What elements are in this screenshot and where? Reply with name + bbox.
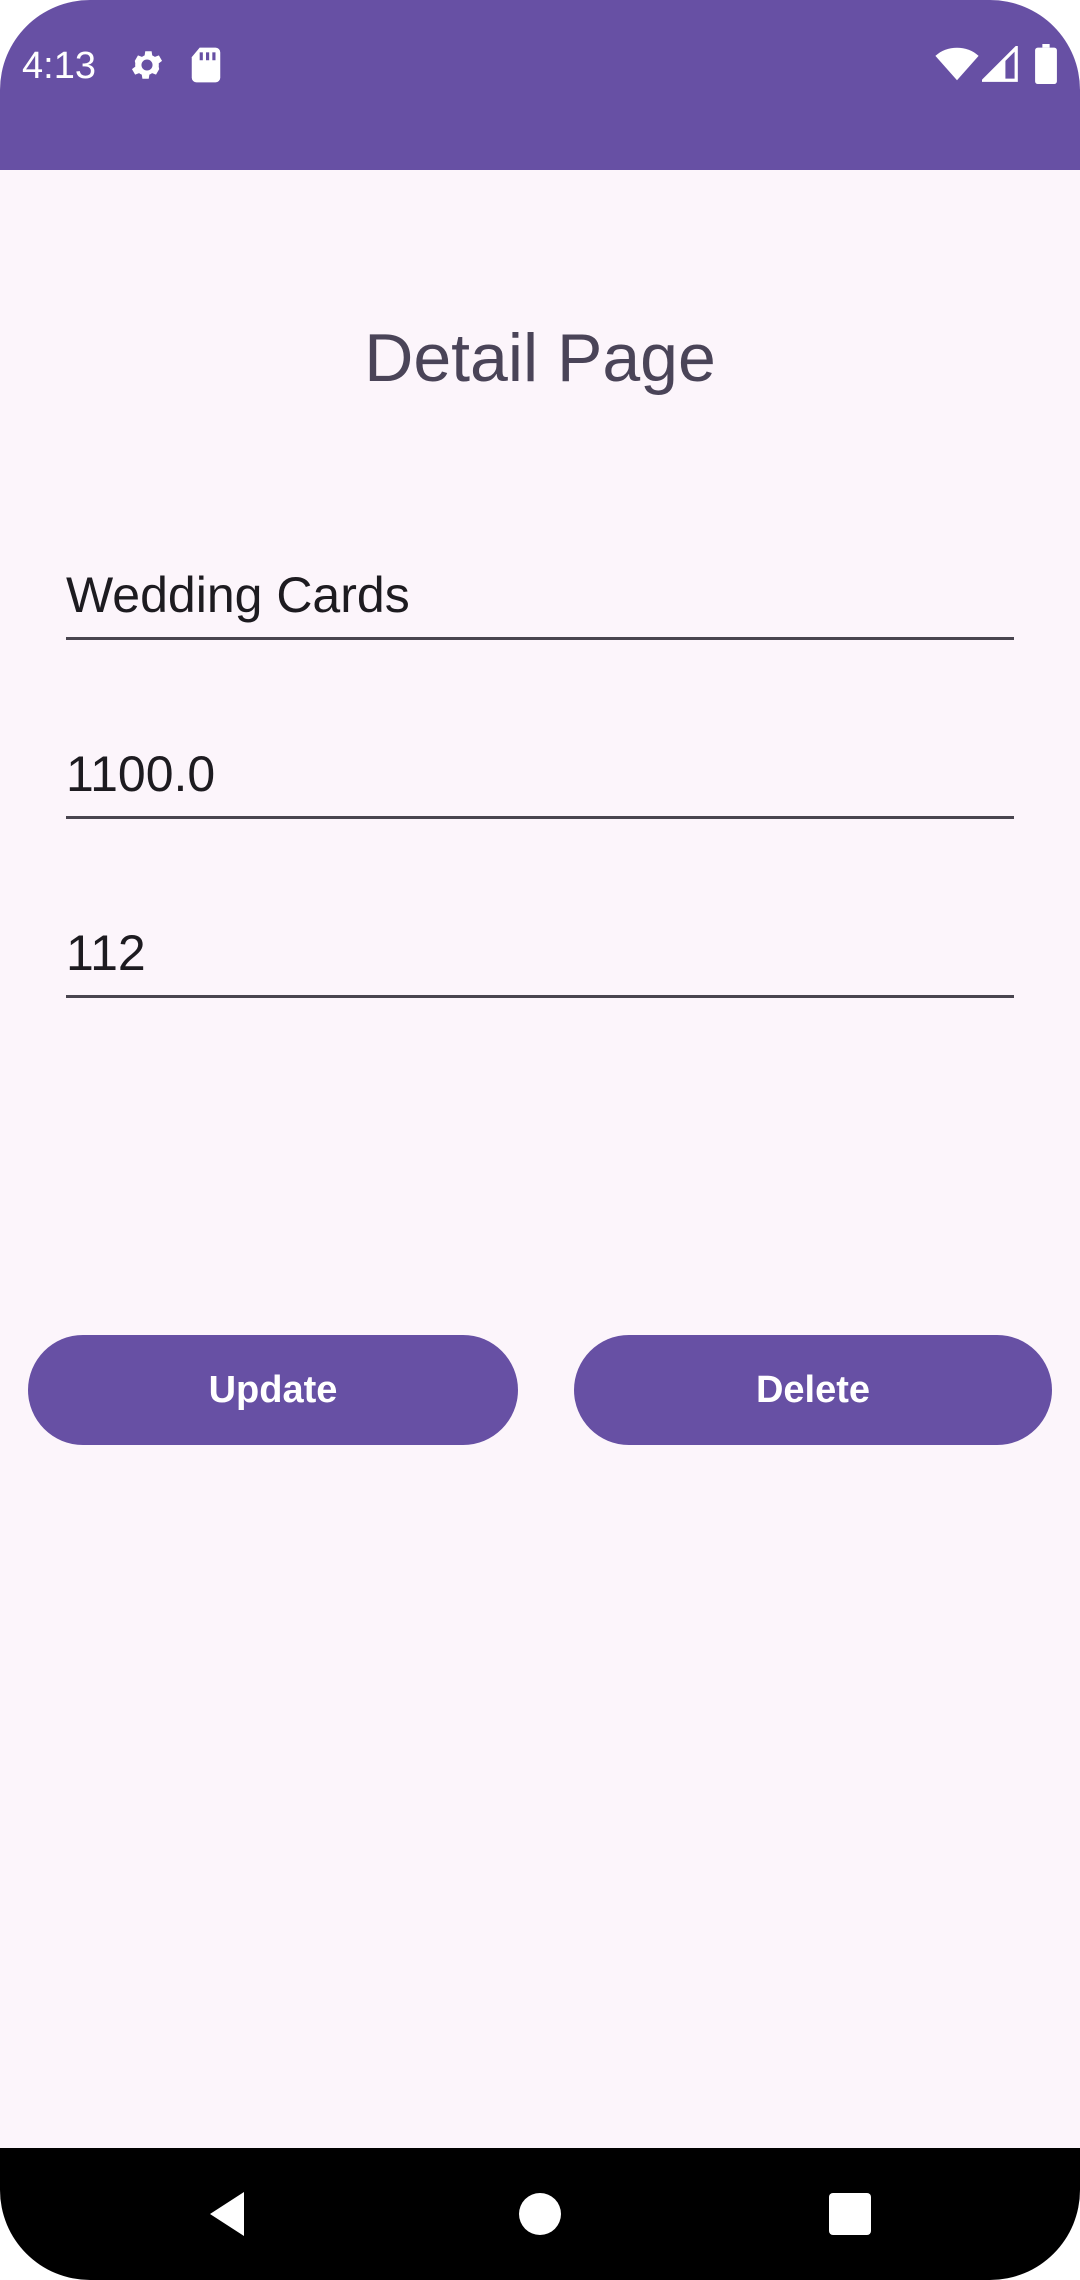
sd-card-icon	[190, 46, 222, 89]
navigation-bar	[0, 2148, 1080, 2280]
status-time: 4:13	[22, 45, 96, 87]
delete-button[interactable]: Delete	[574, 1335, 1052, 1445]
back-icon[interactable]	[196, 2174, 276, 2254]
page-title: Detail Page	[364, 320, 716, 396]
price-field[interactable]	[66, 737, 1014, 819]
detail-content: Detail Page Update Delete	[0, 170, 1080, 2148]
home-icon[interactable]	[500, 2174, 580, 2254]
update-button[interactable]: Update	[28, 1335, 518, 1445]
name-field[interactable]	[66, 558, 1014, 640]
battery-icon	[1034, 44, 1058, 89]
status-bar: 4:13	[0, 0, 1080, 170]
phone-screen: 4:13 Detail Page Wedding Cards 1100.0 11…	[0, 0, 1080, 2280]
gear-icon	[128, 46, 166, 89]
recents-icon[interactable]	[810, 2174, 890, 2254]
signal-icon	[979, 43, 1018, 87]
wifi-icon	[935, 46, 979, 87]
quantity-field[interactable]	[66, 916, 1014, 998]
